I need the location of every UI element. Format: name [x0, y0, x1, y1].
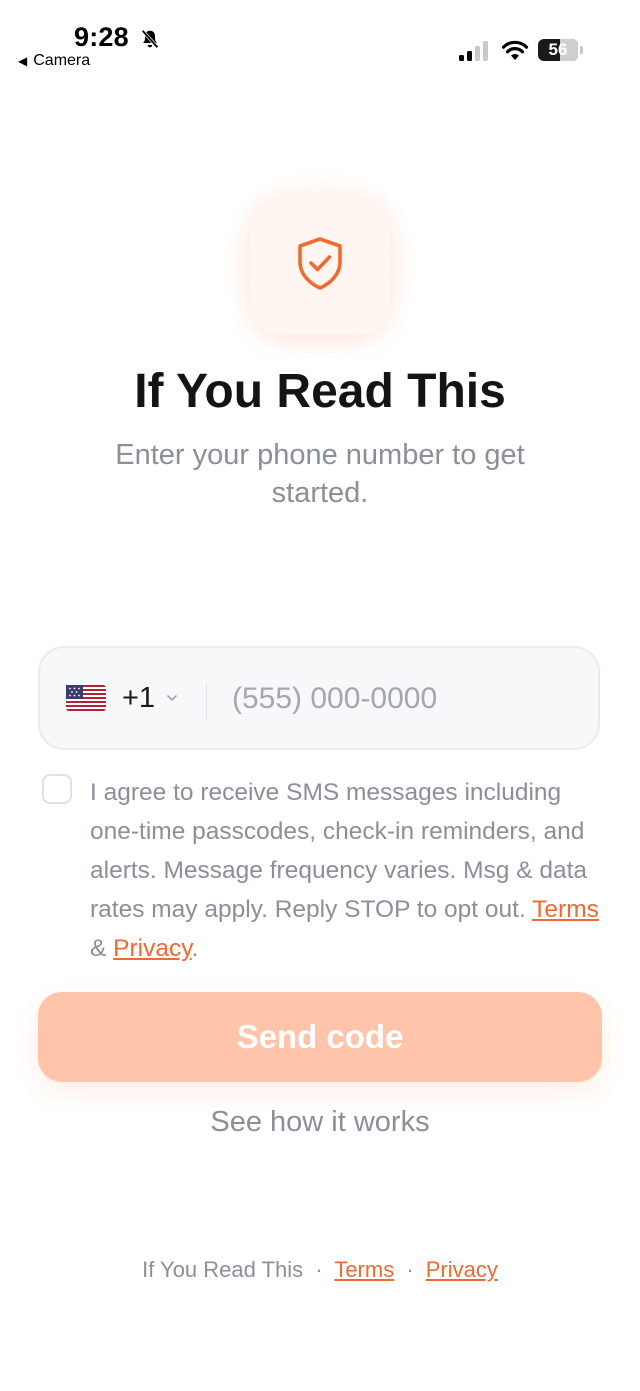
- country-code-selector[interactable]: +1: [66, 648, 179, 748]
- signal-icon: [459, 41, 488, 61]
- footer-separator: ·: [406, 1257, 414, 1282]
- country-code: +1: [122, 681, 156, 714]
- see-how-it-works-link[interactable]: See how it works: [0, 1106, 640, 1139]
- footer-separator: ·: [315, 1257, 323, 1282]
- consent-amp: &: [90, 935, 107, 962]
- page-title: If You Read This: [134, 365, 506, 418]
- back-triangle-icon: ◀: [18, 54, 28, 68]
- us-flag-icon: [66, 685, 106, 711]
- page-subtitle: Enter your phone number to get started.: [115, 439, 525, 509]
- consent-end: .: [191, 935, 199, 962]
- sms-consent-checkbox[interactable]: [42, 774, 72, 804]
- battery-icon: 56: [538, 39, 578, 61]
- footer: If You Read This · Terms · Privacy: [0, 1257, 640, 1283]
- consent-body: I agree to receive SMS messages includin…: [90, 779, 588, 923]
- send-code-button[interactable]: Send code: [38, 992, 602, 1082]
- status-time: 9:28: [74, 22, 129, 52]
- footer-brand: If You Read This: [142, 1257, 304, 1282]
- chevron-down-icon: [167, 695, 177, 701]
- sms-consent-text: I agree to receive SMS messages includin…: [90, 773, 602, 968]
- consent-terms-link[interactable]: Terms: [532, 896, 599, 923]
- footer-privacy-link[interactable]: Privacy: [426, 1257, 498, 1282]
- back-to-camera-link[interactable]: ◀ Camera: [18, 52, 90, 70]
- phone-field: +1: [38, 646, 600, 750]
- sign-in-screen: 9:28 ◀ Camera 56 If You Read This Enter …: [0, 0, 640, 1391]
- battery-percent: 56: [548, 40, 568, 59]
- shield-check-icon: [298, 237, 342, 290]
- phone-number-input[interactable]: [230, 672, 574, 726]
- field-divider: [206, 682, 207, 720]
- back-label: Camera: [33, 52, 91, 69]
- bell-slash-icon: [141, 29, 159, 49]
- consent-privacy-link[interactable]: Privacy: [113, 935, 192, 962]
- battery-tip: [580, 46, 583, 54]
- footer-terms-link[interactable]: Terms: [334, 1257, 394, 1282]
- wifi-icon: [501, 40, 529, 60]
